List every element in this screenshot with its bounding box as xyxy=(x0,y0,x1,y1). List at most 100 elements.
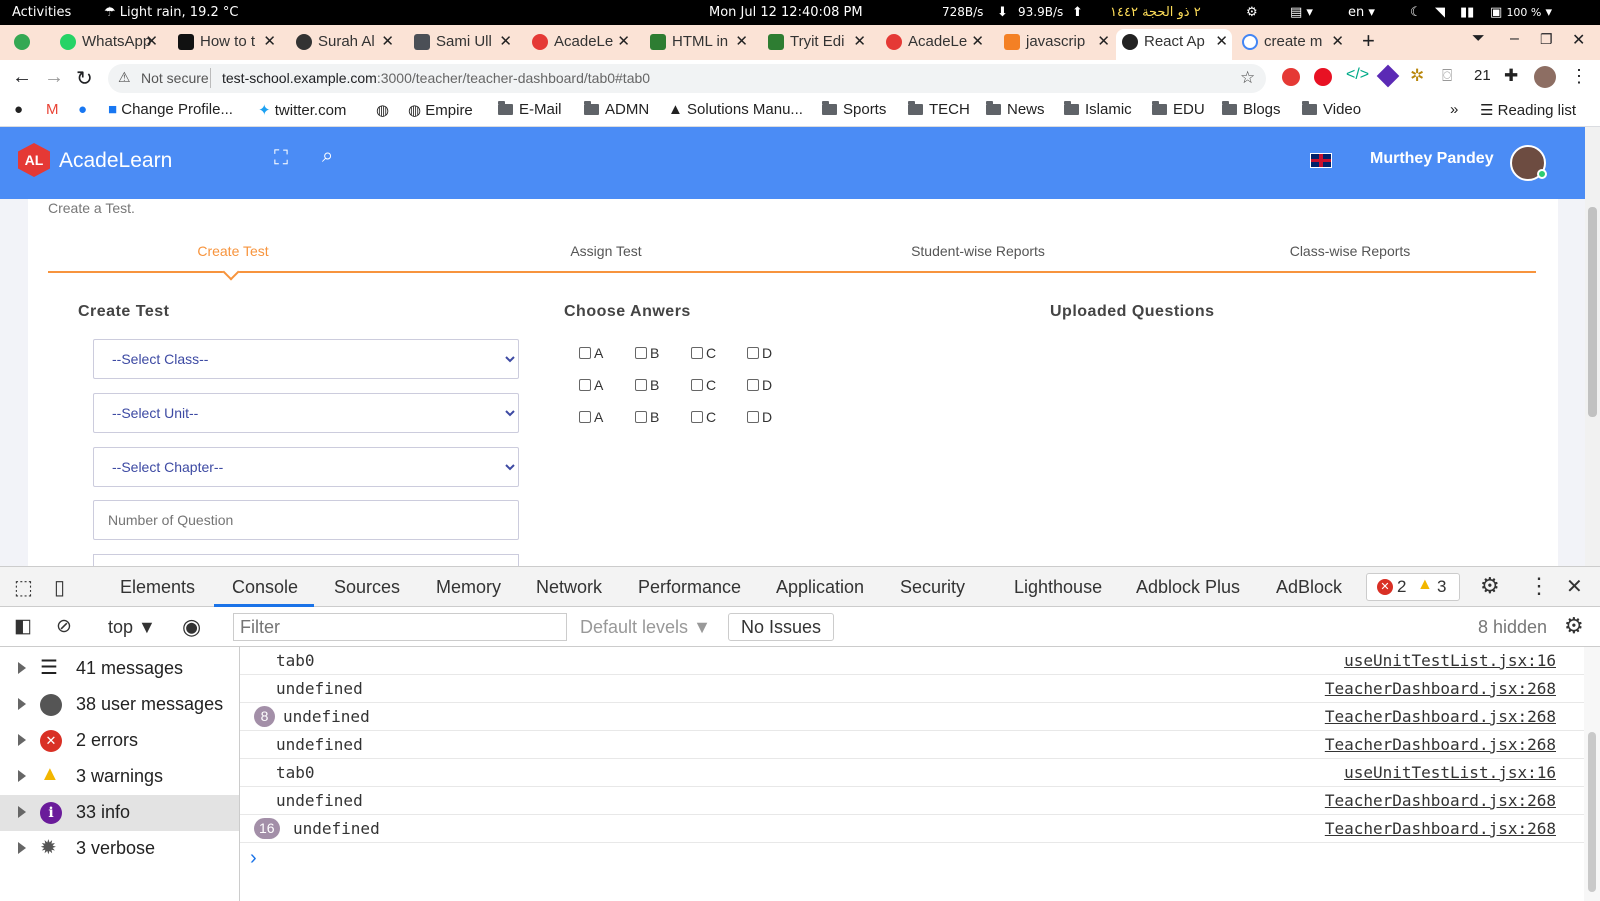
console-row[interactable]: 8 undefined TeacherDashboard.jsx:268 xyxy=(240,703,1584,731)
close-tab-icon[interactable]: ✕ xyxy=(971,29,984,55)
bookmark-folder-sports[interactable]: Sports xyxy=(822,101,886,118)
extensions-puzzle-icon[interactable]: ✚ xyxy=(1504,66,1518,86)
console-scrollbar[interactable] xyxy=(1584,647,1600,901)
clipboard-icon[interactable]: ▤ ▾ xyxy=(1290,5,1313,20)
sidebar-item-info[interactable]: i 33 info xyxy=(0,795,239,831)
tab-class-wise-reports[interactable]: Class-wise Reports xyxy=(1200,243,1500,259)
issues-button[interactable]: No Issues xyxy=(728,613,834,641)
sidebar-item-warnings[interactable]: ▲ 3 warnings xyxy=(0,759,239,795)
clear-console-icon[interactable]: ⊘ xyxy=(56,615,72,638)
address-bar[interactable]: ⚠ Not secure test-school.example.com:300… xyxy=(108,64,1266,93)
browser-tab[interactable]: WhatsApp ✕ xyxy=(54,29,162,60)
tab-network[interactable]: Network xyxy=(536,577,602,598)
close-tab-icon[interactable]: ✕ xyxy=(263,29,276,55)
console-prompt[interactable]: › xyxy=(250,847,257,870)
expand-triangle-icon[interactable] xyxy=(18,770,26,782)
close-tab-icon[interactable]: ✕ xyxy=(145,29,158,55)
answer-checkbox-b[interactable]: B xyxy=(635,345,659,361)
expand-triangle-icon[interactable] xyxy=(18,698,26,710)
sidebar-item-verbose[interactable]: ✹ 3 verbose xyxy=(0,831,239,867)
forward-icon[interactable]: → xyxy=(44,66,64,89)
tab-security[interactable]: Security xyxy=(900,577,965,598)
bookmark-empire[interactable]: ◍ Empire xyxy=(408,101,473,119)
console-row[interactable]: undefined TeacherDashboard.jsx:268 xyxy=(240,675,1584,703)
answer-checkbox-b[interactable]: B xyxy=(635,377,659,393)
reload-icon[interactable]: ↻ xyxy=(76,66,93,91)
uk-flag-icon[interactable] xyxy=(1310,153,1332,168)
search-icon[interactable]: ⌕ xyxy=(322,145,333,168)
tab-console[interactable]: Console xyxy=(232,577,298,598)
number-of-question-input[interactable] xyxy=(93,500,519,540)
browser-tab[interactable]: AcadeLe ✕ xyxy=(526,29,634,60)
answer-checkbox-c[interactable]: C xyxy=(691,377,716,393)
extension-diamond-icon[interactable] xyxy=(1376,64,1400,88)
clock[interactable]: Mon Jul 12 12:40:08 PM xyxy=(709,5,863,20)
camera-icon[interactable]: ⌼ xyxy=(1442,66,1452,86)
github-icon[interactable]: ● xyxy=(14,101,23,118)
sidebar-item-messages[interactable]: ☰ 41 messages xyxy=(0,651,239,687)
expand-triangle-icon[interactable] xyxy=(18,734,26,746)
bookmark-star-icon[interactable]: ☆ xyxy=(1240,68,1255,88)
answer-checkbox-c[interactable]: C xyxy=(691,409,716,425)
answer-checkbox-b[interactable]: B xyxy=(635,409,659,425)
console-row[interactable]: tab0 useUnitTestList.jsx:16 xyxy=(240,647,1584,675)
browser-tab[interactable]: Surah Al ✕ xyxy=(290,29,398,60)
scrollbar-thumb[interactable] xyxy=(1588,207,1597,417)
device-toolbar-icon[interactable]: ▯ xyxy=(54,575,65,600)
bookmark-folder-email[interactable]: E-Mail xyxy=(498,101,562,118)
console-scrollbar-thumb[interactable] xyxy=(1588,732,1596,892)
fullscreen-icon[interactable]: ⛶ xyxy=(274,147,288,170)
answer-checkbox-a[interactable]: A xyxy=(579,409,603,425)
bookmark-change-profile[interactable]: ■ Change Profile... xyxy=(108,101,233,118)
tab-application[interactable]: Application xyxy=(776,577,864,598)
console-row[interactable]: undefined TeacherDashboard.jsx:268 xyxy=(240,787,1584,815)
browser-tab[interactable]: javascrip ✕ xyxy=(998,29,1114,60)
answer-checkbox-a[interactable]: A xyxy=(579,345,603,361)
inspect-element-icon[interactable]: ⬚ xyxy=(14,575,33,600)
security-label[interactable]: Not secure xyxy=(141,70,209,86)
back-icon[interactable]: ← xyxy=(12,66,32,89)
weather-indicator[interactable]: ☂ Light rain, 19.2 °C xyxy=(104,5,238,20)
globe-icon[interactable]: ◍ xyxy=(376,101,389,119)
bookmark-folder-news[interactable]: News xyxy=(986,101,1045,118)
reading-list[interactable]: ☰ Reading list xyxy=(1480,101,1576,119)
tab-lighthouse[interactable]: Lighthouse xyxy=(1014,577,1102,598)
answer-checkbox-d[interactable]: D xyxy=(747,345,772,361)
user-name[interactable]: Murthey Pandey xyxy=(1370,150,1494,168)
close-window-icon[interactable]: ✕ xyxy=(1572,30,1585,50)
new-tab-icon[interactable]: + xyxy=(1362,28,1375,54)
logo-icon[interactable]: AL xyxy=(18,143,50,177)
close-tab-icon[interactable]: ✕ xyxy=(853,29,866,55)
answer-checkbox-d[interactable]: D xyxy=(747,377,772,393)
context-selector[interactable]: top ▼ xyxy=(108,617,156,638)
console-filter-input[interactable] xyxy=(233,613,567,641)
browser-menu-icon[interactable]: ⋮ xyxy=(1570,66,1588,87)
browser-tab[interactable]: AcadeLe ✕ xyxy=(880,29,988,60)
gmail-icon[interactable]: M xyxy=(46,101,59,118)
cut-off-field[interactable] xyxy=(93,554,519,566)
close-tab-icon[interactable]: ✕ xyxy=(381,29,394,55)
bookmark-twitter[interactable]: ✦ twitter.com xyxy=(258,101,346,119)
logo-text[interactable]: AcadeLearn xyxy=(59,149,172,173)
opera-icon[interactable] xyxy=(1314,68,1332,86)
select-unit[interactable]: --Select Unit-- xyxy=(93,393,519,433)
answer-checkbox-c[interactable]: C xyxy=(691,345,716,361)
browser-tab[interactable]: Sami Ull ✕ xyxy=(408,29,516,60)
log-source-link[interactable]: useUnitTestList.jsx:16 xyxy=(1344,651,1556,670)
tab-elements[interactable]: Elements xyxy=(120,577,195,598)
minimize-icon[interactable]: – xyxy=(1510,30,1519,48)
settings-gear-icon[interactable]: ⚙ xyxy=(1480,573,1500,599)
console-settings-icon[interactable]: ⚙ xyxy=(1564,613,1584,639)
bookmark-folder-edu[interactable]: EDU xyxy=(1152,101,1205,118)
bookmark-folder-video[interactable]: Video xyxy=(1302,101,1361,118)
sidebar-item-errors[interactable]: ✕ 2 errors xyxy=(0,723,239,759)
code-icon[interactable]: </> xyxy=(1346,66,1369,84)
tab-adblock-plus[interactable]: Adblock Plus xyxy=(1136,577,1240,598)
page-scrollbar[interactable] xyxy=(1585,127,1600,566)
tab-search-icon[interactable]: ⏷ xyxy=(1472,30,1485,48)
tab-assign-test[interactable]: Assign Test xyxy=(456,243,756,259)
answer-checkbox-a[interactable]: A xyxy=(579,377,603,393)
tab-sources[interactable]: Sources xyxy=(334,577,400,598)
bookmark-folder-blogs[interactable]: Blogs xyxy=(1222,101,1281,118)
browser-tab[interactable]: create m ✕ xyxy=(1236,29,1348,60)
